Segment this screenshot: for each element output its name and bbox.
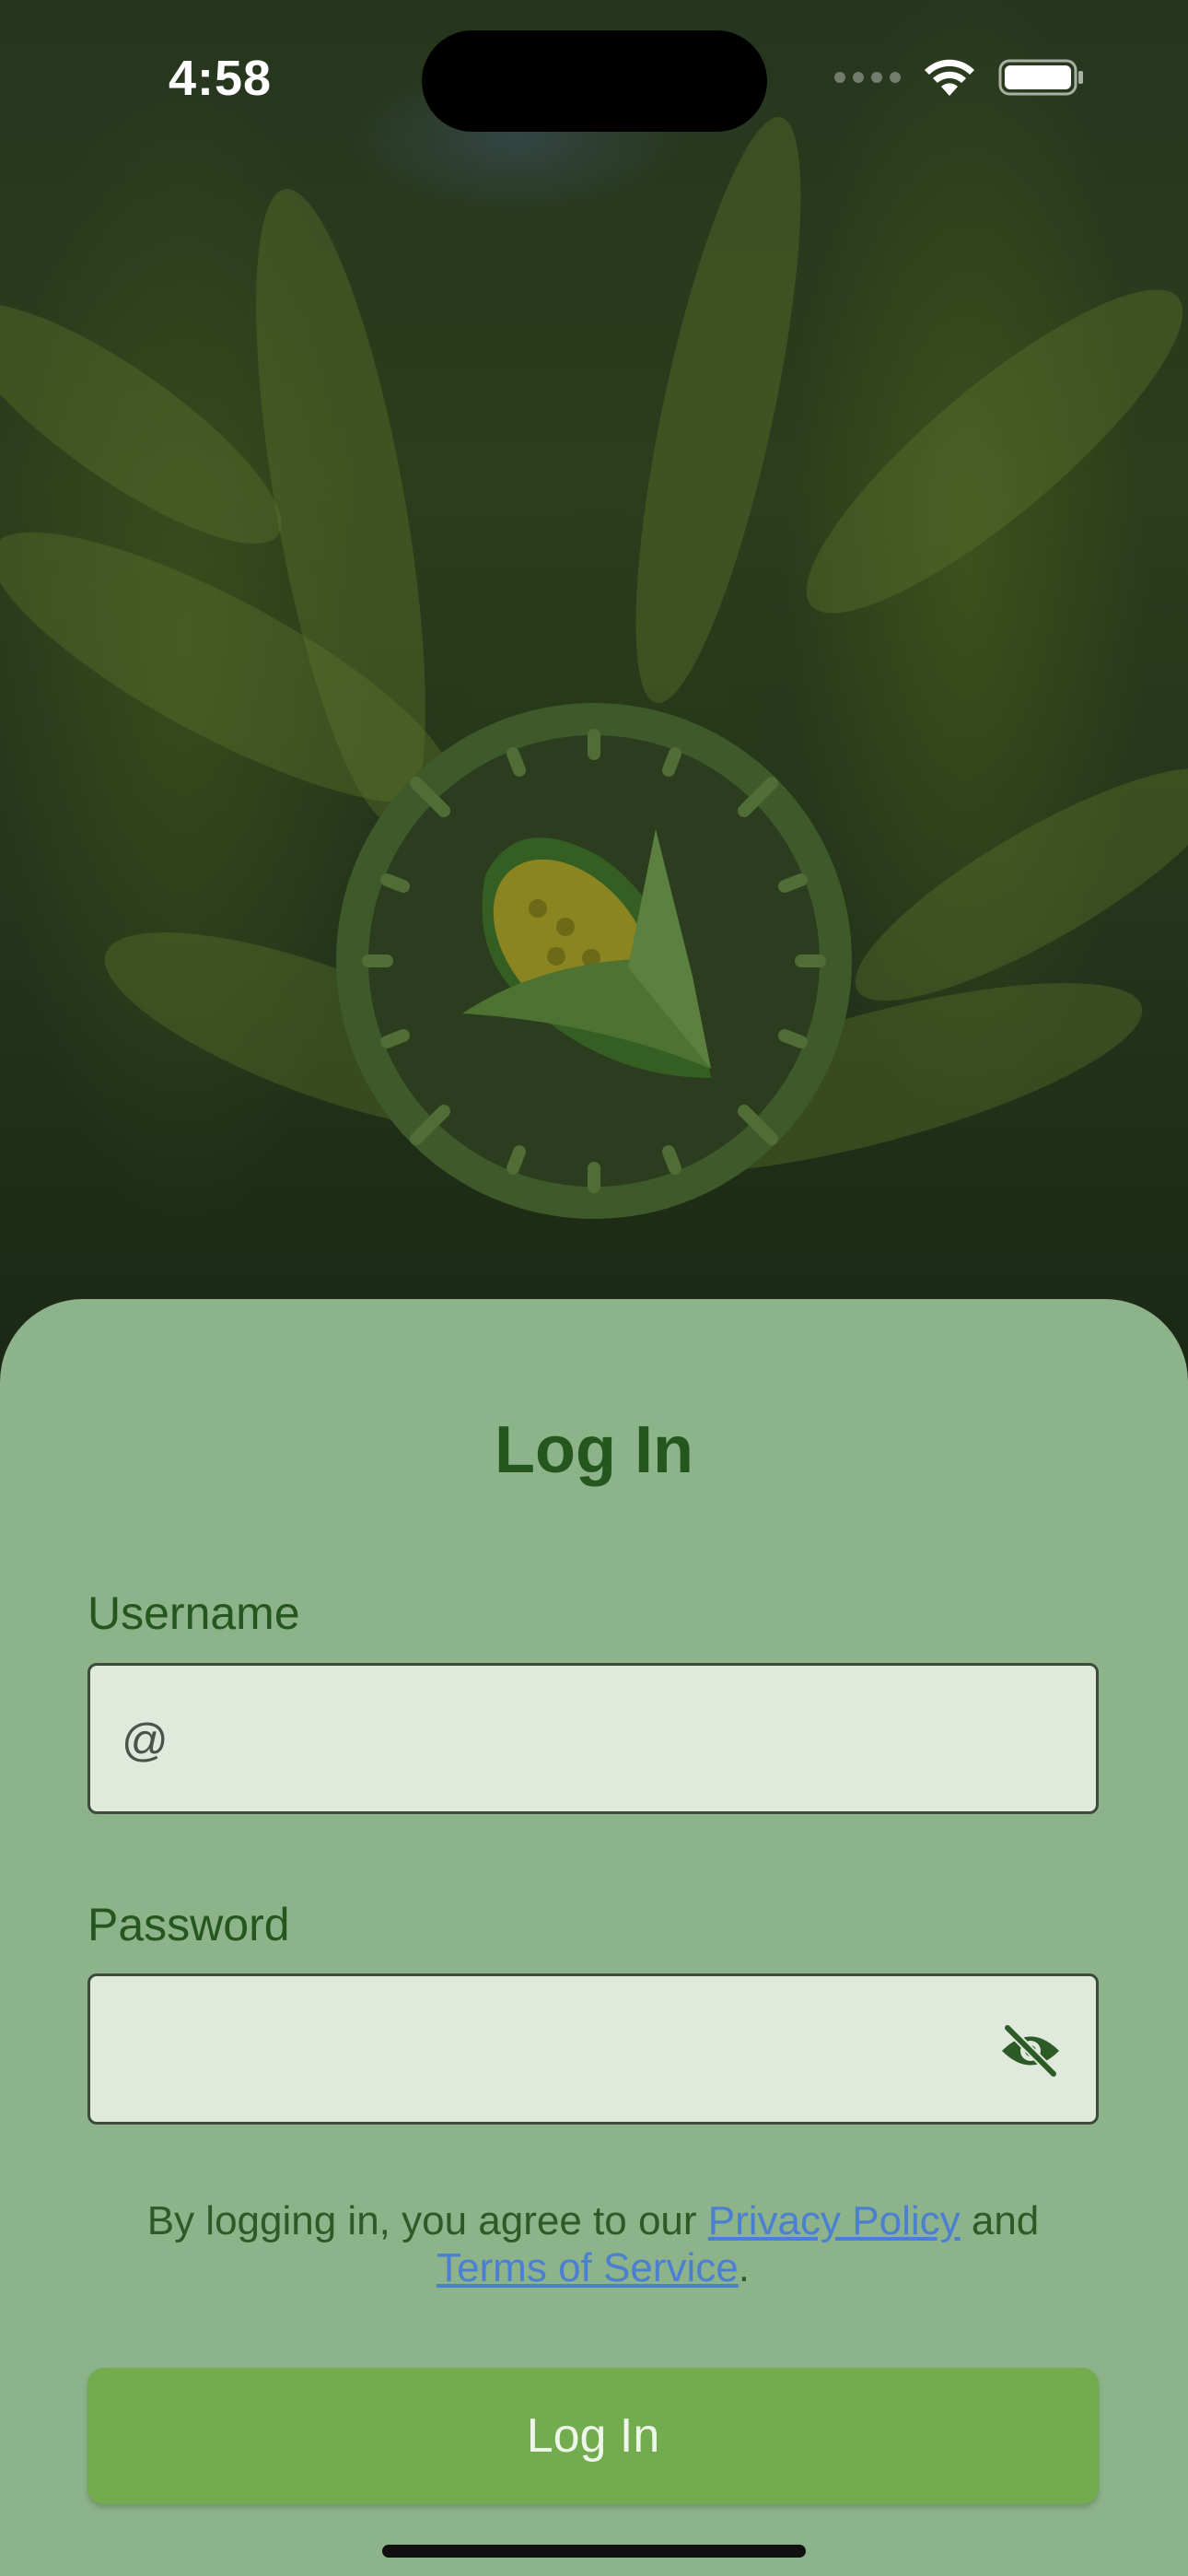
page-title: Log In <box>495 1413 693 1487</box>
battery-icon <box>998 59 1083 96</box>
terms-text: By logging in, you agree to our Privacy … <box>146 2198 1040 2290</box>
status-icons <box>834 57 1085 98</box>
username-field[interactable]: @ <box>87 1663 1099 1814</box>
home-indicator <box>382 2545 806 2558</box>
login-sheet: Log In Username @ Password By logging in… <box>0 1299 1188 2576</box>
username-label: Username <box>87 1587 300 1639</box>
password-field[interactable] <box>87 1973 1099 2125</box>
cellular-signal-icon <box>834 72 901 83</box>
privacy-policy-link[interactable]: Privacy Policy <box>708 2198 961 2243</box>
terms-of-service-link[interactable]: Terms of Service <box>437 2245 739 2290</box>
corn-clock-logo <box>336 703 852 1219</box>
eye-off-icon[interactable] <box>998 2024 1063 2078</box>
login-button[interactable]: Log In <box>87 2368 1099 2504</box>
dynamic-island <box>422 30 767 132</box>
at-prefix: @ <box>122 1715 169 1766</box>
wifi-icon <box>925 59 974 96</box>
status-time: 4:58 <box>169 51 273 106</box>
password-label: Password <box>87 1899 290 1950</box>
